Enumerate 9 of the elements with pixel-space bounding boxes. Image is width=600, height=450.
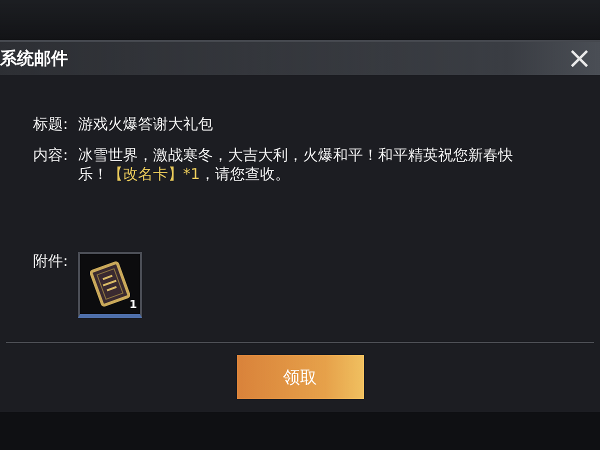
dialog-title: 系统邮件 [0, 48, 68, 70]
subject-text: 游戏火爆答谢大礼包 [78, 115, 214, 134]
attachment-slot[interactable]: 1 [78, 252, 142, 318]
item-count: 1 [129, 297, 137, 313]
attachment-label: 附件: [33, 252, 70, 272]
close-button[interactable]: × [558, 44, 600, 74]
subject-label: 标题: [33, 115, 70, 134]
message-text: 冰雪世界，激战寒冬，大吉大利，火爆和平！和平精英祝您新春快乐！【改名卡】*1，请您查收。 [78, 146, 514, 184]
content-label: 内容: [33, 146, 70, 166]
